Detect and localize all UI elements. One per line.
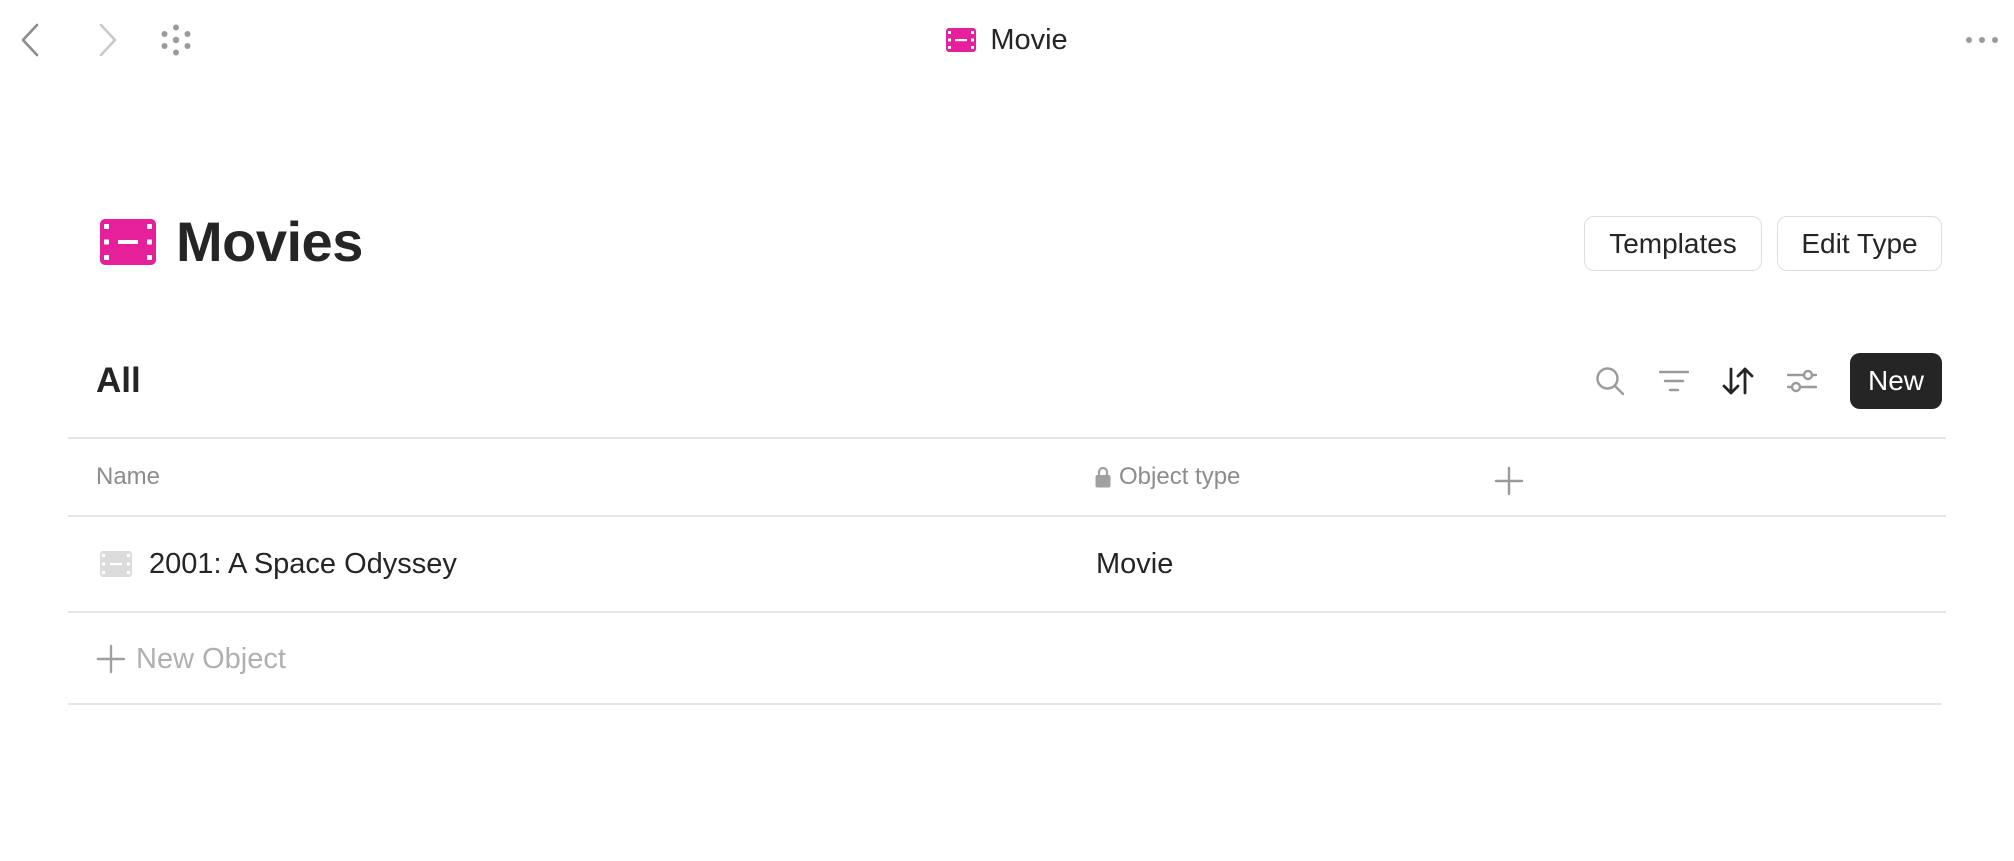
film-icon [100, 551, 132, 577]
plus-icon [96, 644, 126, 674]
film-icon [946, 28, 977, 52]
add-column-button[interactable] [1484, 441, 1534, 520]
view-title[interactable]: All [96, 352, 141, 410]
page-title: Movies [176, 210, 363, 273]
new-button[interactable]: New [1850, 353, 1942, 409]
view-settings-button[interactable] [1782, 361, 1822, 401]
divider [68, 703, 1942, 705]
sort-button[interactable] [1718, 361, 1758, 401]
search-icon [1596, 367, 1625, 396]
topbar-title: Movie [0, 18, 2014, 62]
column-header-name[interactable]: Name [96, 437, 160, 516]
page-header: Movies Templates Edit Type [96, 206, 1942, 278]
table-row[interactable]: 2001: A Space Odyssey Movie [68, 517, 1946, 612]
filter-icon [1659, 370, 1689, 392]
lock-icon [1095, 466, 1111, 487]
plus-icon [1494, 466, 1524, 495]
topbar-title-text: Movie [990, 23, 1068, 56]
row-name[interactable]: 2001: A Space Odyssey [149, 517, 457, 612]
new-object-label: New Object [136, 642, 286, 675]
table-header: Name Object type [68, 437, 1946, 516]
row-object-type: Movie [1096, 548, 1174, 580]
view-bar: All New [96, 352, 1942, 410]
more-button[interactable] [1960, 20, 2004, 60]
column-header-label: Object type [1119, 462, 1241, 490]
sort-icon [1722, 367, 1754, 395]
film-icon [100, 219, 156, 265]
top-bar: Movie [0, 0, 2014, 80]
settings-sliders-icon [1787, 369, 1817, 393]
divider [68, 611, 1946, 613]
new-object-button[interactable]: New Object [96, 613, 286, 705]
more-horizontal-icon [1966, 37, 1998, 43]
column-header-object-type[interactable]: Object type [1095, 437, 1240, 516]
edit-type-button[interactable]: Edit Type [1777, 216, 1942, 271]
filter-button[interactable] [1654, 361, 1694, 401]
search-button[interactable] [1590, 361, 1630, 401]
templates-button[interactable]: Templates [1584, 216, 1762, 271]
